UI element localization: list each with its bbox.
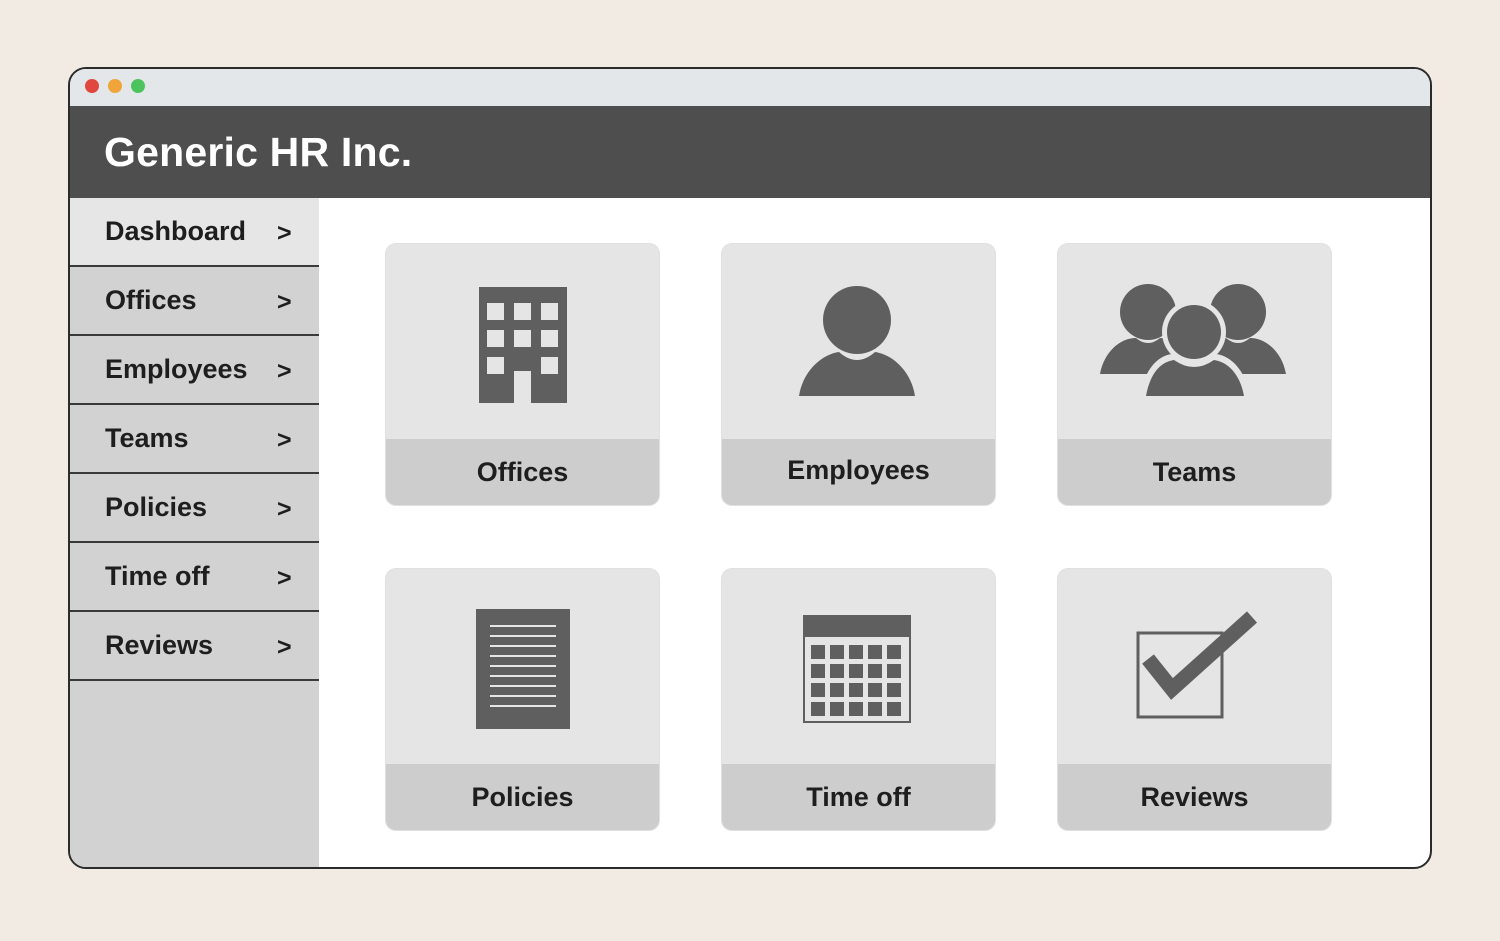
app-title: Generic HR Inc. <box>104 129 413 175</box>
tile-reviews[interactable]: Reviews <box>1058 569 1331 830</box>
sidebar-item-employees[interactable]: Employees > <box>70 336 319 405</box>
tile-label: Employees <box>722 439 995 505</box>
chevron-right-icon: > <box>277 219 292 247</box>
sidebar-item-label: Dashboard <box>105 216 247 246</box>
document-icon <box>386 569 659 764</box>
window-titlebar <box>70 69 1430 106</box>
tile-label: Policies <box>386 764 659 830</box>
calendar-icon <box>722 569 995 764</box>
person-icon <box>722 244 995 439</box>
close-window-button[interactable] <box>85 79 99 93</box>
sidebar-item-offices[interactable]: Offices > <box>70 267 319 336</box>
tile-policies[interactable]: Policies <box>386 569 659 830</box>
chevron-right-icon: > <box>277 426 292 454</box>
sidebar: Dashboard > Offices > Employees > Teams … <box>70 198 319 867</box>
tile-teams[interactable]: Teams <box>1058 244 1331 505</box>
building-icon <box>386 244 659 439</box>
app-header: Generic HR Inc. <box>70 106 1430 198</box>
sidebar-item-label: Offices <box>105 285 197 315</box>
maximize-window-button[interactable] <box>131 79 145 93</box>
chevron-right-icon: > <box>277 357 292 385</box>
sidebar-item-teams[interactable]: Teams > <box>70 405 319 474</box>
chevron-right-icon: > <box>277 633 292 661</box>
tile-label: Teams <box>1058 439 1331 505</box>
sidebar-item-label: Reviews <box>105 630 214 660</box>
app-window: Generic HR Inc. Dashboard > Offices > Em… <box>68 67 1432 869</box>
sidebar-item-label: Time off <box>105 561 210 591</box>
minimize-window-button[interactable] <box>108 79 122 93</box>
sidebar-item-label: Employees <box>105 354 248 384</box>
sidebar-item-dashboard[interactable]: Dashboard > <box>70 198 319 267</box>
sidebar-item-label: Teams <box>105 423 189 453</box>
tile-label: Offices <box>386 439 659 505</box>
chevron-right-icon: > <box>277 564 292 592</box>
tile-label: Time off <box>722 764 995 830</box>
sidebar-item-reviews[interactable]: Reviews > <box>70 612 319 681</box>
chevron-right-icon: > <box>277 288 292 316</box>
group-icon <box>1058 244 1331 439</box>
tile-time-off[interactable]: Time off <box>722 569 995 830</box>
tile-label: Reviews <box>1058 764 1331 830</box>
checkbox-icon <box>1058 569 1331 764</box>
sidebar-item-policies[interactable]: Policies > <box>70 474 319 543</box>
sidebar-item-time-off[interactable]: Time off > <box>70 543 319 612</box>
chevron-right-icon: > <box>277 495 292 523</box>
tile-employees[interactable]: Employees <box>722 244 995 505</box>
tile-offices[interactable]: Offices <box>386 244 659 505</box>
sidebar-item-label: Policies <box>105 492 208 522</box>
